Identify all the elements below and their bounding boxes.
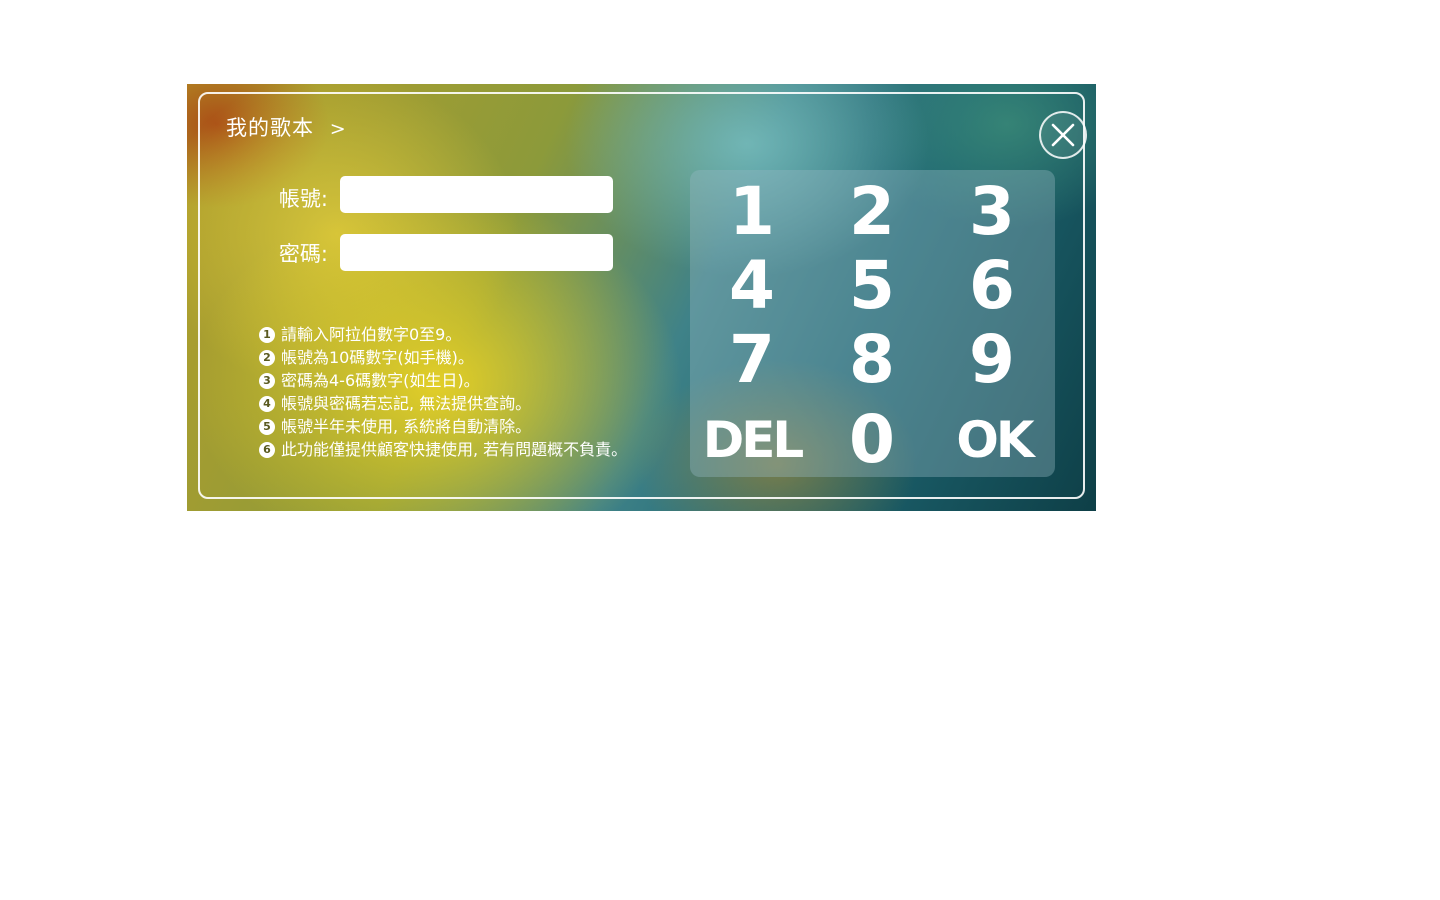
key-1[interactable]: 1	[692, 175, 812, 249]
number-badge: 2	[259, 349, 275, 366]
note-text: 請輸入阿拉伯數字0至9。	[281, 325, 462, 344]
dialog-frame: 我的歌本 > 帳號: 密碼: 1 請輸入阿拉伯數字0至9。 2 帳號為10碼數字…	[198, 92, 1087, 499]
note-text: 此功能僅提供顧客快捷使用, 若有問題概不負責。	[281, 440, 628, 459]
delete-key[interactable]: DEL	[692, 403, 812, 477]
number-badge: 4	[259, 395, 275, 412]
title-text: 我的歌本	[226, 116, 314, 140]
key-2[interactable]: 2	[812, 175, 932, 249]
note-text: 帳號與密碼若忘記, 無法提供查詢。	[281, 394, 532, 413]
list-item: 6 此功能僅提供顧客快捷使用, 若有問題概不負責。	[259, 438, 627, 461]
list-item: 5 帳號半年未使用, 系統將自動清除。	[259, 415, 627, 438]
password-input[interactable]	[340, 234, 613, 271]
dialog-title[interactable]: 我的歌本 >	[226, 112, 347, 142]
list-item: 3 密碼為4-6碼數字(如生日)。	[259, 369, 627, 392]
number-badge: 6	[259, 441, 275, 458]
number-badge: 1	[259, 326, 275, 343]
password-label: 密碼:	[278, 242, 328, 266]
list-item: 4 帳號與密碼若忘記, 無法提供查詢。	[259, 392, 627, 415]
list-item: 1 請輸入阿拉伯數字0至9。	[259, 323, 627, 346]
number-badge: 3	[259, 372, 275, 389]
number-badge: 5	[259, 418, 275, 435]
key-3[interactable]: 3	[932, 175, 1052, 249]
account-label: 帳號:	[278, 187, 328, 211]
note-text: 帳號半年未使用, 系統將自動清除。	[281, 417, 532, 436]
close-button[interactable]	[1039, 111, 1087, 159]
numeric-keypad: 1 2 3 4 5 6 7 8 9 DEL 0 OK	[690, 170, 1055, 477]
chevron-right-icon: >	[329, 118, 347, 140]
key-4[interactable]: 4	[692, 249, 812, 323]
key-8[interactable]: 8	[812, 323, 932, 397]
login-dialog: 我的歌本 > 帳號: 密碼: 1 請輸入阿拉伯數字0至9。 2 帳號為10碼數字…	[187, 84, 1096, 511]
instructions-list: 1 請輸入阿拉伯數字0至9。 2 帳號為10碼數字(如手機)。 3 密碼為4-6…	[259, 323, 627, 461]
key-9[interactable]: 9	[932, 323, 1052, 397]
list-item: 2 帳號為10碼數字(如手機)。	[259, 346, 627, 369]
key-7[interactable]: 7	[692, 323, 812, 397]
key-5[interactable]: 5	[812, 249, 932, 323]
ok-key[interactable]: OK	[934, 403, 1054, 477]
account-input[interactable]	[340, 176, 613, 213]
close-icon	[1051, 123, 1075, 147]
note-text: 帳號為10碼數字(如手機)。	[281, 348, 474, 367]
key-0[interactable]: 0	[812, 403, 932, 477]
key-6[interactable]: 6	[932, 249, 1052, 323]
note-text: 密碼為4-6碼數字(如生日)。	[281, 371, 480, 390]
